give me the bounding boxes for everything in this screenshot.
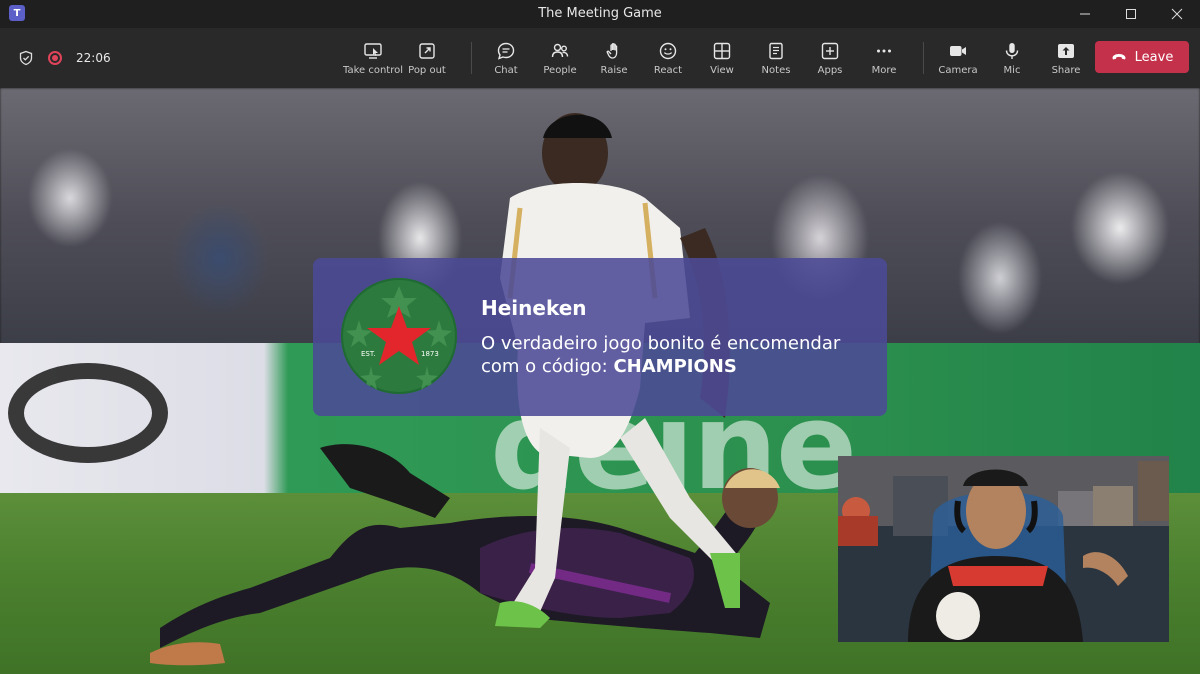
heineken-star-logo: EST. 1873 — [341, 278, 457, 394]
recording-icon — [48, 51, 62, 65]
more-label: More — [871, 64, 897, 76]
meeting-timer: 22:06 — [76, 51, 111, 65]
notes-label: Notes — [761, 64, 791, 76]
more-icon — [877, 49, 891, 52]
camera-icon — [950, 45, 966, 56]
sponsor-message-card[interactable]: EST. 1873 Heineken O verdadeiro jogo bon… — [313, 258, 887, 416]
notes-icon — [769, 42, 783, 59]
share-screen-icon — [1058, 43, 1074, 58]
shield-icon — [19, 50, 33, 66]
notes-button[interactable]: Notes — [749, 28, 803, 88]
toolbar-divider — [471, 42, 472, 74]
logo-est-text: EST. — [361, 350, 376, 358]
toolbar-divider — [923, 42, 924, 74]
mic-button[interactable]: Mic — [985, 28, 1039, 88]
raise-hand-icon — [606, 42, 618, 59]
people-button[interactable]: People — [533, 28, 587, 88]
device-tools: Camera Mic Share — [931, 28, 1093, 88]
minimize-icon — [1080, 13, 1090, 15]
window-controls — [1062, 0, 1200, 28]
leave-label: Leave — [1134, 49, 1174, 65]
maximize-icon — [1126, 9, 1136, 19]
meeting-tools: Chat People Raise React View Notes Apps — [479, 28, 911, 88]
meeting-status: 22:06 — [18, 50, 111, 66]
hang-up-icon — [1112, 54, 1126, 60]
take-control-button[interactable]: Take control — [343, 28, 404, 88]
screen-pointer-icon — [364, 42, 382, 59]
advertising-board-logo — [8, 363, 168, 463]
title-bar: T The Meeting Game — [0, 0, 1200, 28]
apps-label: Apps — [817, 64, 843, 76]
grid-view-icon — [713, 42, 731, 59]
raise-hand-button[interactable]: Raise — [587, 28, 641, 88]
chat-label: Chat — [494, 64, 518, 76]
participant-video-feed — [838, 456, 1169, 642]
maximize-button[interactable] — [1108, 0, 1154, 28]
add-app-icon — [821, 42, 839, 59]
participant-video-tile[interactable] — [838, 456, 1169, 642]
people-label: People — [543, 64, 577, 76]
more-button[interactable]: More — [857, 28, 911, 88]
chat-icon — [497, 42, 515, 60]
people-icon — [551, 43, 569, 57]
view-label: View — [710, 64, 734, 76]
sponsor-message: O verdadeiro jogo bonito é encomendar co… — [481, 332, 871, 378]
leave-button[interactable]: Leave — [1095, 41, 1189, 73]
view-button[interactable]: View — [695, 28, 749, 88]
chat-button[interactable]: Chat — [479, 28, 533, 88]
sponsor-name: Heineken — [481, 296, 587, 320]
close-icon — [1171, 8, 1183, 20]
pop-out-icon — [419, 42, 435, 59]
react-label: React — [653, 64, 683, 76]
window-title: The Meeting Game — [538, 6, 662, 21]
camera-label: Camera — [938, 64, 978, 76]
raise-label: Raise — [600, 64, 628, 76]
promo-code: CHAMPIONS — [613, 356, 737, 377]
close-button[interactable] — [1154, 0, 1200, 28]
minimize-button[interactable] — [1062, 0, 1108, 28]
share-label: Share — [1051, 64, 1081, 76]
shared-video-stage: ɑeıne EST. 1873 Heineken O verdadeiro jo… — [0, 88, 1200, 674]
meeting-toolbar: 22:06 Take control Pop out Chat People R… — [0, 28, 1200, 88]
mic-label: Mic — [1003, 64, 1021, 76]
share-button[interactable]: Share — [1039, 28, 1093, 88]
apps-button[interactable]: Apps — [803, 28, 857, 88]
react-button[interactable]: React — [641, 28, 695, 88]
take-control-label: Take control — [343, 64, 404, 76]
share-tools: Take control Pop out — [343, 28, 454, 88]
microphone-icon — [1005, 42, 1019, 59]
pop-out-button[interactable]: Pop out — [400, 28, 454, 88]
pop-out-label: Pop out — [408, 64, 446, 76]
smiley-icon — [659, 42, 677, 59]
camera-button[interactable]: Camera — [931, 28, 985, 88]
logo-year-text: 1873 — [421, 350, 439, 358]
